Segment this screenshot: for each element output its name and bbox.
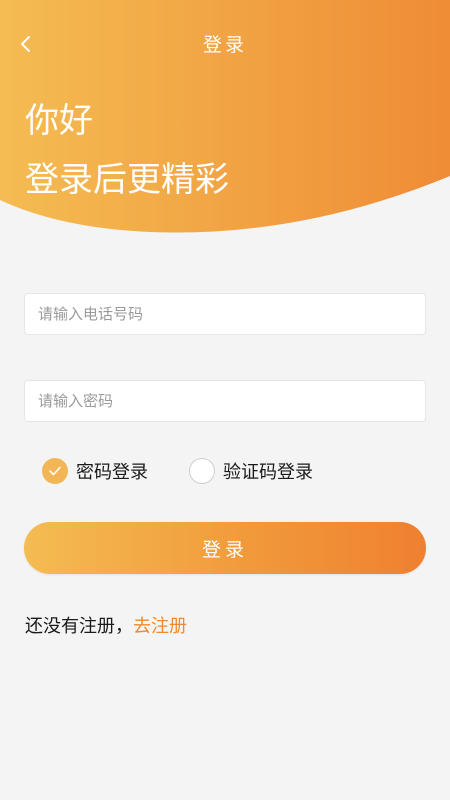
radio-label-code: 验证码登录 [223, 462, 313, 483]
register-link[interactable]: 去注册 [133, 616, 187, 637]
password-input[interactable] [25, 381, 425, 421]
register-row: 还没有注册，去注册 [25, 612, 187, 638]
radio-checked-icon [42, 458, 68, 484]
radio-code-login[interactable]: 验证码登录 [189, 456, 313, 486]
radio-unchecked-icon [189, 458, 215, 484]
greeting-subtitle: 登录后更精彩 [25, 160, 229, 200]
login-button[interactable]: 登录 [24, 522, 426, 574]
nav-title: 登录 [202, 34, 247, 56]
radio-password-login[interactable]: 密码登录 [42, 456, 148, 486]
check-icon [49, 466, 61, 476]
phone-input[interactable] [25, 294, 425, 334]
greeting-title: 你好 [25, 101, 93, 141]
password-field [24, 380, 426, 422]
phone-field [24, 293, 426, 335]
register-prompt: 还没有注册， [25, 616, 133, 637]
radio-label-password: 密码登录 [76, 462, 148, 483]
